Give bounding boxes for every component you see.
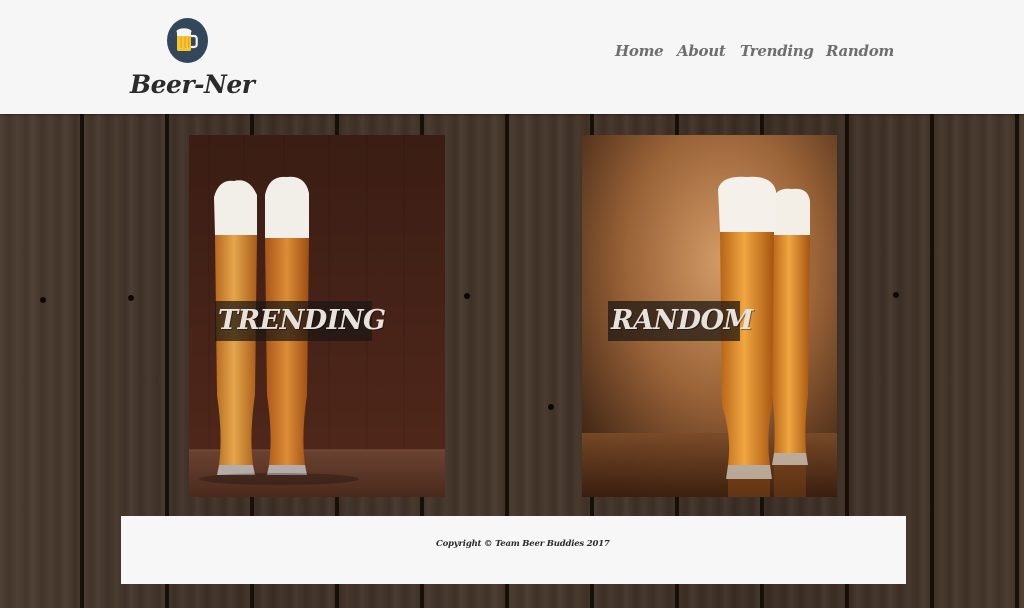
nav-link-random[interactable]: Random (826, 42, 894, 60)
wood-knot (128, 295, 134, 301)
copyright-text: Copyright © Team Beer Buddies 2017 (436, 539, 610, 549)
nav-link-about[interactable]: About (677, 42, 726, 60)
main-nav: Home About Trending Random (0, 42, 1024, 64)
nav-link-trending[interactable]: Trending (740, 42, 814, 60)
site-footer: Copyright © Team Beer Buddies 2017 (121, 516, 906, 584)
wood-knot (464, 293, 470, 299)
site-brand-name[interactable]: Beer-Ner (130, 70, 255, 99)
trending-card-label[interactable]: TRENDING (215, 301, 386, 341)
wood-knot (548, 404, 554, 410)
random-card-label[interactable]: RANDOM (608, 301, 753, 341)
wood-knot (893, 292, 899, 298)
site-header: Beer-Ner Home About Trending Random (0, 0, 1024, 114)
nav-link-home[interactable]: Home (615, 42, 664, 60)
wood-knot (40, 297, 46, 303)
